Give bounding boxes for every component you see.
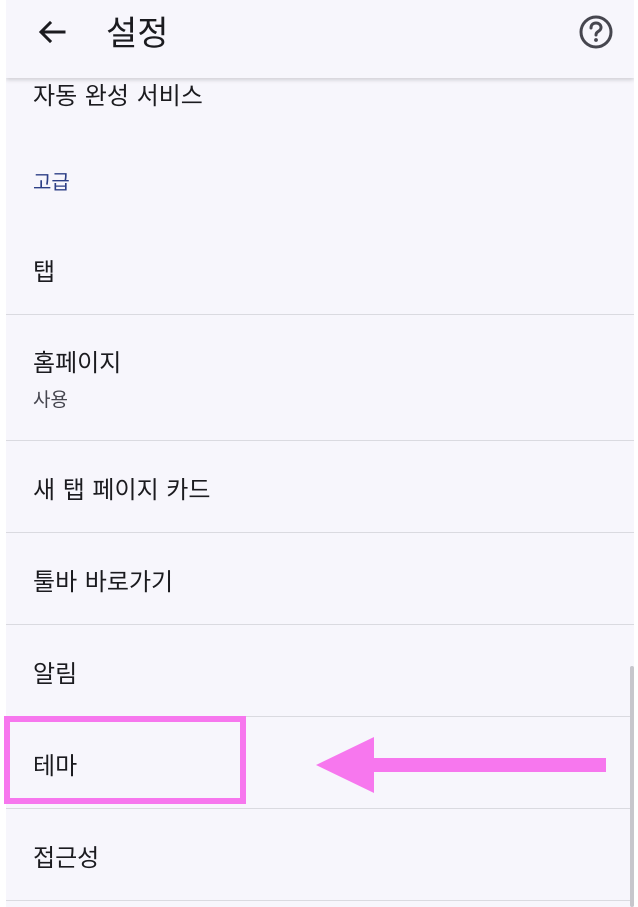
- arrow-left-annotation-icon: [316, 736, 608, 798]
- settings-item-autofill[interactable]: 자동 완성 서비스: [6, 72, 634, 122]
- settings-item-label: 새 탭 페이지 카드: [33, 476, 211, 504]
- settings-item-toolbar-shortcut[interactable]: 툴바 바로가기: [6, 533, 634, 624]
- page-title: 설정: [106, 14, 169, 54]
- settings-item-new-tab-cards[interactable]: 새 탭 페이지 카드: [6, 441, 634, 532]
- help-circle-icon: [578, 14, 614, 54]
- settings-item-summary: 사용: [33, 389, 68, 411]
- settings-item-label: 접근성: [33, 844, 100, 872]
- settings-item-label: 툴바 바로가기: [33, 568, 174, 596]
- highlight-box: [4, 716, 246, 804]
- arrow-left-icon: [36, 16, 68, 52]
- settings-item-accessibility[interactable]: 접근성: [6, 809, 634, 900]
- divider: [6, 900, 634, 901]
- scrollbar[interactable]: [630, 666, 634, 907]
- settings-item-label: 탭: [33, 258, 56, 286]
- section-header-label: 고급: [33, 170, 70, 194]
- settings-item-homepage[interactable]: 홈페이지 사용: [6, 315, 634, 440]
- settings-item-label: 홈페이지: [33, 349, 122, 377]
- help-button[interactable]: [572, 10, 620, 58]
- settings-item-notifications[interactable]: 알림: [6, 625, 634, 716]
- settings-item-label: 알림: [33, 660, 78, 688]
- app-bar: 설정: [6, 0, 634, 78]
- section-header-advanced: 고급: [6, 160, 634, 200]
- back-button[interactable]: [28, 10, 76, 58]
- settings-item-label: 자동 완성 서비스: [33, 82, 203, 110]
- settings-item-tabs[interactable]: 탭: [6, 222, 634, 314]
